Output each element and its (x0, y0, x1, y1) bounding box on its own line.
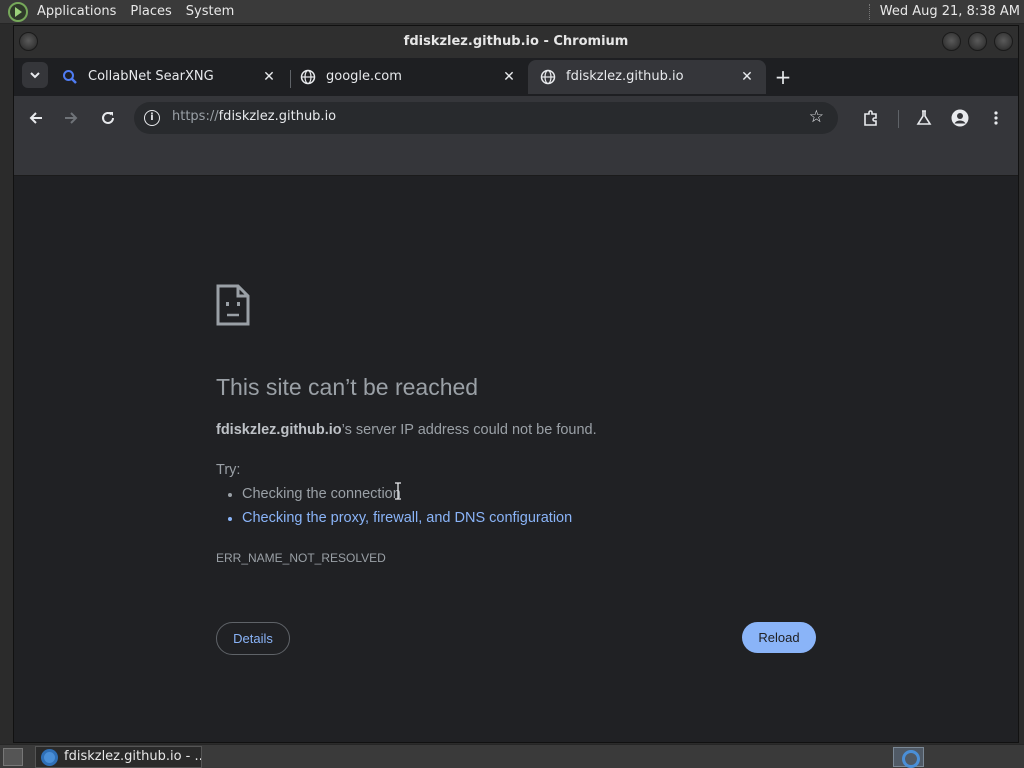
labs-button[interactable] (912, 106, 936, 130)
url-text[interactable]: https://fdiskzlez.github.io (172, 109, 336, 124)
reload-button[interactable] (96, 106, 120, 130)
close-tab-icon[interactable]: ✕ (500, 68, 518, 86)
minimize-button[interactable] (942, 32, 961, 51)
kebab-menu-icon (994, 111, 998, 125)
url-scheme: https:// (172, 109, 219, 124)
tab-strip: CollabNet SearXNG ✕ google.com ✕ fdiskzl… (14, 58, 1018, 96)
tab-label: fdiskzlez.github.io (566, 69, 684, 84)
menu-system[interactable]: System (179, 0, 241, 24)
tab-label: CollabNet SearXNG (88, 69, 214, 84)
tab-label: google.com (326, 69, 402, 84)
site-info-icon[interactable]: i (144, 110, 160, 126)
forward-button[interactable] (59, 106, 83, 130)
extensions-button[interactable] (859, 106, 883, 130)
arrow-left-icon (29, 112, 42, 124)
reload-icon (102, 111, 114, 124)
error-heading: This site can’t be reached (216, 374, 479, 400)
suggestion-check-proxy-link[interactable]: Checking the proxy, firewall, and DNS co… (228, 510, 572, 526)
taskbar-window-button[interactable]: fdiskzlez.github.io - ... (35, 746, 202, 768)
window-titlebar[interactable]: fdiskzlez.github.io - Chromium (14, 26, 1018, 58)
reload-page-button[interactable]: Reload (742, 622, 816, 653)
window-title: fdiskzlez.github.io - Chromium (403, 34, 629, 49)
tab-fdiskzlez[interactable]: fdiskzlez.github.io ✕ (528, 60, 766, 94)
text-cursor-icon (395, 482, 401, 500)
maximize-button[interactable] (968, 32, 987, 51)
close-tab-icon[interactable]: ✕ (260, 68, 278, 86)
details-button[interactable]: Details (216, 622, 290, 655)
search-icon (63, 70, 77, 84)
error-summary-text: ’s server IP address could not be found. (341, 422, 597, 438)
flask-icon (916, 110, 932, 125)
close-tab-icon[interactable]: ✕ (738, 68, 756, 86)
distro-logo-icon[interactable] (8, 1, 28, 22)
globe-icon (300, 69, 316, 85)
profile-button[interactable] (948, 106, 972, 130)
top-system-panel: Applications Places System Wed Aug 21, 8… (0, 0, 1024, 24)
menu-applications[interactable]: Applications (30, 0, 123, 24)
chevron-down-icon (30, 72, 40, 79)
chromium-icon (41, 749, 58, 766)
error-host: fdiskzlez.github.io (216, 422, 342, 438)
error-summary: fdiskzlez.github.io’s server IP address … (216, 422, 597, 438)
back-button[interactable] (24, 106, 48, 130)
tab-google[interactable]: google.com ✕ (288, 60, 526, 94)
arrow-right-icon (65, 112, 78, 124)
browser-window: fdiskzlez.github.io - Chromium CollabNet… (13, 25, 1019, 743)
error-code: ERR_NAME_NOT_RESOLVED (216, 551, 386, 565)
taskbar-window-label: fdiskzlez.github.io - ... (64, 749, 202, 764)
tab-search-button[interactable] (22, 62, 48, 88)
tab-collabnet-searxng[interactable]: CollabNet SearXNG ✕ (50, 60, 288, 94)
close-window-button[interactable] (994, 32, 1013, 51)
bookmarks-bar (14, 140, 1018, 176)
address-bar[interactable]: i https://fdiskzlez.github.io ☆ (134, 102, 838, 134)
globe-icon (540, 69, 556, 85)
clock[interactable]: Wed Aug 21, 8:38 AM (880, 4, 1024, 19)
panel-separator (868, 3, 870, 20)
error-page: This site can’t be reached fdiskzlez.git… (14, 176, 1018, 742)
profile-avatar-icon (951, 109, 969, 127)
menu-places[interactable]: Places (123, 0, 178, 24)
window-menu-button[interactable] (19, 32, 38, 51)
suggestion-check-connection: Checking the connection (228, 486, 401, 502)
menu-button[interactable] (984, 106, 1008, 130)
show-desktop-icon[interactable] (3, 748, 23, 766)
browser-toolbar: i https://fdiskzlez.github.io ☆ (14, 96, 1018, 140)
new-tab-button[interactable]: + (770, 64, 796, 90)
bookmark-star-icon[interactable]: ☆ (809, 107, 824, 127)
url-host: fdiskzlez.github.io (218, 109, 337, 124)
bottom-taskbar: fdiskzlez.github.io - ... (0, 744, 1024, 768)
try-label: Try: (216, 462, 241, 478)
workspace-switcher-icon[interactable] (893, 747, 924, 768)
system-menu-bar: Applications Places System (30, 0, 241, 24)
puzzle-icon (864, 110, 877, 126)
sad-document-icon (216, 284, 250, 326)
